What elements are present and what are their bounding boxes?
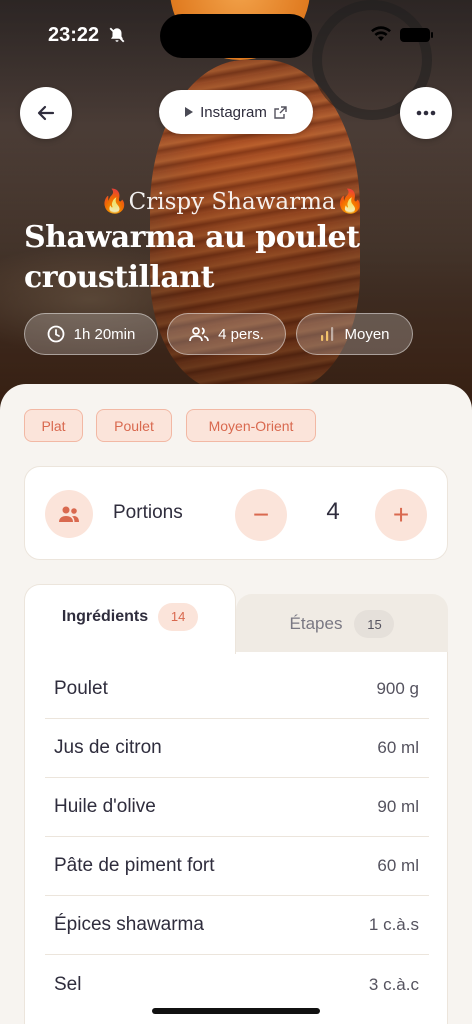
- duration-chip: 1h 20min: [24, 313, 158, 355]
- ingredient-quantity: 60 ml: [377, 856, 419, 875]
- recipe-details-sheet: Plat Poulet Moyen-Orient Portions − 4 + …: [0, 384, 472, 1024]
- ingredient-quantity: 900 g: [376, 679, 419, 698]
- tag-chip[interactable]: Plat: [24, 409, 83, 442]
- servings-chip: 4 pers.: [167, 313, 286, 355]
- status-time: 23:22: [48, 24, 100, 46]
- tab-steps[interactable]: Étapes 15: [236, 594, 448, 654]
- ingredient-name: Jus de citron: [54, 737, 162, 758]
- play-icon: [185, 107, 194, 117]
- people-icon: [189, 327, 209, 342]
- ingredient-row: Jus de citron 60 ml: [45, 719, 429, 778]
- duration-text: 1h 20min: [73, 325, 136, 343]
- home-indicator[interactable]: [152, 1008, 320, 1014]
- recipe-title: Shawarma au poulet croustillant: [24, 220, 360, 295]
- tab-ingredients-label: Ingrédients: [61, 607, 149, 625]
- ingredient-quantity: 3 c.à.c: [368, 974, 419, 994]
- difficulty-text: Moyen: [344, 325, 390, 343]
- ingredient-quantity: 1 c.à.s: [368, 915, 419, 934]
- dynamic-island: [160, 14, 312, 58]
- ingredient-row: Huile d'olive 90 ml: [45, 778, 429, 837]
- portions-label: Portions: [113, 502, 183, 523]
- decrease-portions-button[interactable]: −: [235, 489, 287, 541]
- ingredient-quantity: 60 ml: [377, 738, 419, 757]
- tab-ingredients[interactable]: Ingrédients 14: [24, 584, 236, 654]
- wifi-icon: [371, 26, 391, 41]
- ingredient-name: Poulet: [54, 678, 108, 699]
- ingredient-row: Sel 3 c.à.c: [45, 955, 429, 1014]
- servings-text: 4 pers.: [218, 325, 264, 343]
- increase-portions-button[interactable]: +: [375, 489, 427, 541]
- signal-bars-icon: [321, 327, 334, 341]
- ingredient-row: Poulet 900 g: [45, 660, 429, 719]
- portions-value: 4: [326, 498, 340, 525]
- instagram-source-button[interactable]: Instagram: [159, 90, 313, 134]
- portions-card: Portions − 4 +: [24, 466, 448, 560]
- ingredients-count-badge: 14: [158, 602, 199, 631]
- ingredients-list: Poulet 900 g Jus de citron 60 ml Huile d…: [24, 652, 448, 1024]
- tab-steps-label: Étapes: [289, 614, 343, 633]
- ellipsis-icon: [416, 110, 436, 116]
- recipe-subtitle: 🔥Crispy Shawarma🔥: [100, 189, 365, 215]
- back-button[interactable]: [20, 87, 72, 139]
- ingredient-name: Huile d'olive: [54, 796, 156, 817]
- portions-people-icon: [45, 490, 93, 538]
- ingredient-row: Épices shawarma 1 c.à.s: [45, 896, 429, 955]
- ingredient-name: Épices shawarma: [54, 914, 204, 935]
- ingredient-name: Sel: [54, 973, 82, 995]
- battery-icon: [400, 28, 433, 42]
- source-label: Instagram: [200, 103, 267, 121]
- difficulty-chip: Moyen: [296, 313, 413, 355]
- ingredient-quantity: 90 ml: [377, 797, 419, 816]
- status-bar: 23:22: [0, 0, 472, 70]
- tag-chip[interactable]: Poulet: [96, 409, 172, 442]
- ingredient-row: Pâte de piment fort 60 ml: [45, 837, 429, 896]
- more-options-button[interactable]: [400, 87, 452, 139]
- steps-count-badge: 15: [354, 610, 395, 638]
- bell-muted-icon: [109, 27, 125, 43]
- clock-icon: [47, 325, 65, 343]
- external-link-icon: [274, 105, 287, 119]
- tag-chip[interactable]: Moyen-Orient: [186, 409, 316, 442]
- arrow-left-icon: [37, 105, 55, 121]
- ingredient-name: Pâte de piment fort: [54, 855, 215, 876]
